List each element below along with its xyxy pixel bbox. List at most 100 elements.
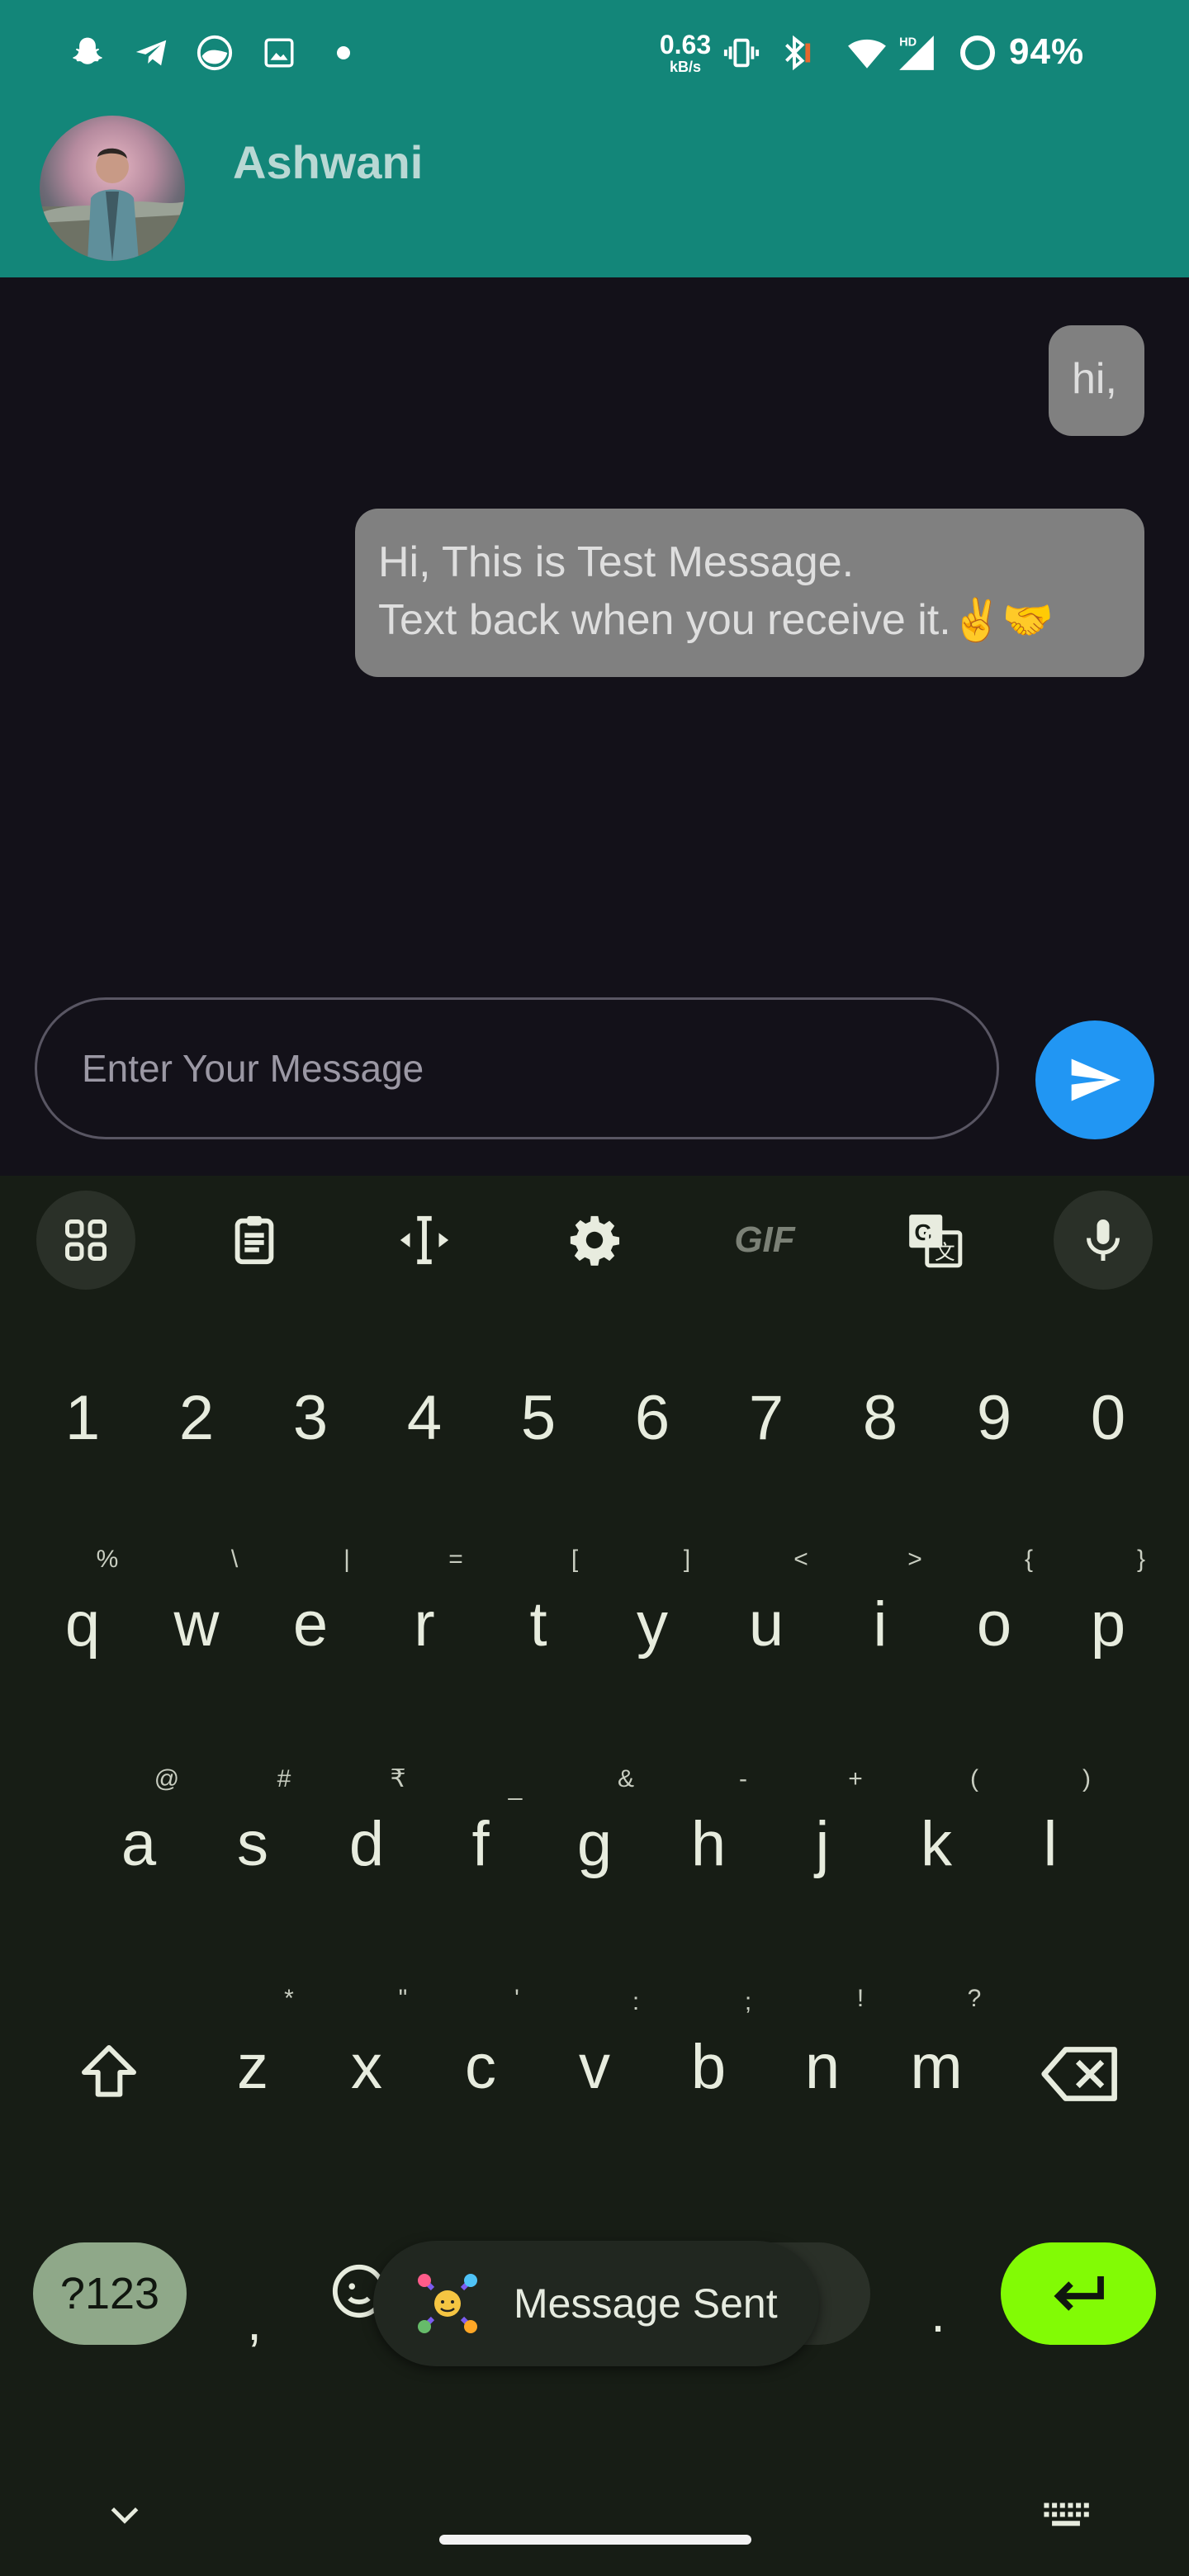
svg-text:HD: HD	[899, 36, 917, 50]
keyboard-icon	[1044, 2503, 1089, 2526]
key-hint: ]	[683, 1546, 691, 1573]
send-button[interactable]	[1035, 1020, 1154, 1139]
status-bar: 0.63 kB/s HD 94%	[0, 0, 1189, 106]
key-hint: {	[1024, 1546, 1034, 1573]
settings-button[interactable]	[545, 1191, 644, 1290]
backspace-key[interactable]	[1035, 2043, 1126, 2116]
network-speed: 0.63 kB/s	[652, 31, 718, 74]
gallery-icon	[256, 30, 302, 76]
text-cursor-icon	[400, 1215, 449, 1265]
vibrate-icon	[718, 30, 765, 76]
backspace-icon	[1041, 2047, 1117, 2101]
message-text-line: Hi, This is Test Message.	[378, 538, 855, 586]
message-text: hi,	[1072, 355, 1117, 403]
key-i[interactable]: i	[847, 1593, 913, 1656]
key-v[interactable]: v	[561, 2036, 628, 2099]
key-8[interactable]: 8	[847, 1387, 913, 1450]
enter-icon	[1054, 2276, 1104, 2311]
key-t[interactable]: t	[505, 1593, 571, 1656]
key-6[interactable]: 6	[619, 1387, 685, 1450]
key-hint: ₹	[390, 1765, 406, 1792]
key-u[interactable]: u	[733, 1593, 799, 1656]
key-h[interactable]: h	[675, 1813, 741, 1876]
key-2[interactable]: 2	[163, 1387, 230, 1450]
key-q[interactable]: q	[50, 1593, 116, 1656]
shift-icon	[82, 2045, 136, 2097]
key-e[interactable]: e	[277, 1593, 343, 1656]
apps-grid-icon	[65, 1219, 107, 1261]
net-speed-value: 0.63	[659, 30, 712, 59]
key-hint: )	[1082, 1765, 1091, 1792]
keyboard-switch-button[interactable]	[1037, 2490, 1095, 2540]
snapchat-icon	[64, 30, 111, 76]
toast-text: Message Sent	[514, 2280, 778, 2327]
key-n[interactable]: n	[789, 2036, 855, 2099]
gif-button[interactable]: GIF	[715, 1191, 814, 1290]
comma-key[interactable]: ,	[238, 2295, 271, 2348]
key-hint: #	[277, 1765, 291, 1792]
key-x[interactable]: x	[334, 2036, 400, 2099]
clipboard-icon	[234, 1215, 274, 1265]
enter-key[interactable]	[1001, 2242, 1156, 2345]
key-3[interactable]: 3	[277, 1387, 343, 1450]
key-9[interactable]: 9	[961, 1387, 1027, 1450]
key-1[interactable]: 1	[50, 1387, 116, 1450]
app-header: 0.63 kB/s HD 94% Ashwani	[0, 0, 1189, 277]
key-5[interactable]: 5	[505, 1387, 571, 1450]
key-m[interactable]: m	[903, 2036, 969, 2099]
key-hint: :	[632, 1988, 640, 2015]
key-b[interactable]: b	[675, 2036, 741, 2099]
clipboard-button[interactable]	[205, 1191, 304, 1290]
cursor-control-button[interactable]	[375, 1191, 474, 1290]
key-hint: <	[793, 1546, 808, 1573]
key-hint: "	[398, 1985, 408, 2012]
telegram-icon	[129, 30, 175, 76]
hide-keyboard-button[interactable]	[96, 2490, 154, 2540]
key-hint: \	[230, 1546, 239, 1573]
key-0[interactable]: 0	[1075, 1387, 1141, 1450]
key-p[interactable]: p	[1075, 1593, 1141, 1656]
message-bubble[interactable]: Hi, This is Test Message. Text back when…	[355, 509, 1144, 677]
gear-icon	[570, 1215, 620, 1266]
home-indicator[interactable]	[439, 2535, 751, 2545]
message-bubble[interactable]: hi,	[1049, 325, 1144, 436]
period-key[interactable]: .	[921, 2287, 955, 2340]
shift-key[interactable]	[68, 2039, 150, 2116]
key-d[interactable]: d	[334, 1813, 400, 1876]
key-k[interactable]: k	[903, 1813, 969, 1876]
chevron-down-icon	[111, 2507, 139, 2524]
key-y[interactable]: y	[619, 1593, 685, 1656]
key-g[interactable]: g	[561, 1813, 628, 1876]
contact-name[interactable]: Ashwani	[233, 135, 423, 189]
message-input[interactable]	[35, 997, 999, 1139]
key-c[interactable]: c	[448, 2036, 514, 2099]
apps-grid-button[interactable]	[36, 1191, 135, 1290]
key-7[interactable]: 7	[733, 1387, 799, 1450]
key-a[interactable]: a	[106, 1813, 172, 1876]
key-o[interactable]: o	[961, 1593, 1027, 1656]
translate-button[interactable]: G文	[885, 1191, 984, 1290]
battery-ring-icon	[955, 30, 1001, 76]
key-4[interactable]: 4	[391, 1387, 457, 1450]
key-z[interactable]: z	[220, 2036, 286, 2099]
key-r[interactable]: r	[391, 1593, 457, 1656]
key-j[interactable]: j	[789, 1813, 855, 1876]
bluetooth-icon	[771, 30, 817, 76]
key-s[interactable]: s	[220, 1813, 286, 1876]
key-hint: *	[284, 1985, 294, 2012]
key-hint: }	[1136, 1546, 1146, 1573]
key-hint: |	[343, 1546, 350, 1573]
key-l[interactable]: l	[1017, 1813, 1083, 1876]
battery-percent: 94%	[1009, 31, 1085, 72]
key-hint: @	[154, 1765, 180, 1792]
key-f[interactable]: f	[448, 1813, 514, 1876]
key-hint: [	[571, 1546, 579, 1573]
voice-input-button[interactable]	[1054, 1191, 1153, 1290]
avatar[interactable]	[40, 116, 185, 261]
symbols-key[interactable]: ?123	[33, 2242, 187, 2345]
key-hint: &	[617, 1765, 634, 1792]
net-speed-unit: kB/s	[669, 59, 702, 75]
app-logo-icon	[418, 2274, 477, 2333]
key-hint: ;	[744, 1988, 752, 2015]
key-w[interactable]: w	[163, 1593, 230, 1656]
